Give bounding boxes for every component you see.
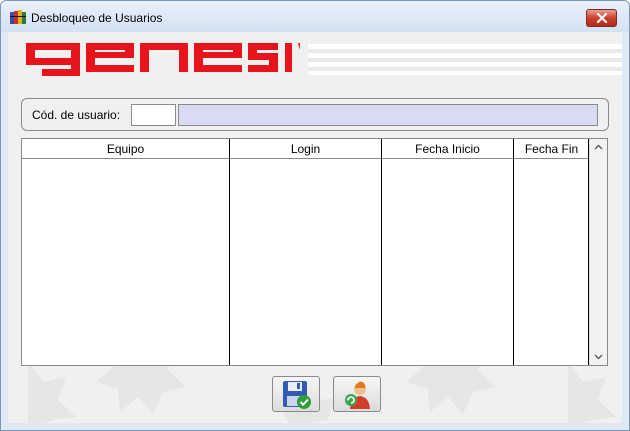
sessions-table[interactable]: Equipo Login Fecha Inicio Fecha Fin [21, 138, 608, 366]
desbloqueo-window: Desbloqueo de Usuarios Cód. de usuario: … [0, 0, 630, 431]
column-header-fecha-inicio[interactable]: Fecha Inicio [382, 139, 513, 159]
column-divider [513, 139, 514, 365]
vertical-scrollbar[interactable] [589, 139, 607, 365]
user-filter-group: Cód. de usuario: [21, 98, 609, 131]
unlock-user-button[interactable] [333, 376, 381, 412]
user-code-input[interactable] [131, 104, 176, 126]
save-check-icon [283, 381, 311, 409]
user-code-label: Cód. de usuario: [32, 108, 121, 122]
save-button[interactable] [272, 376, 320, 412]
user-refresh-icon [345, 381, 370, 409]
column-header-login[interactable]: Login [230, 139, 381, 159]
column-divider [381, 139, 382, 365]
genesis-logo [26, 43, 622, 76]
column-header-fecha-fin[interactable]: Fecha Fin [514, 139, 589, 159]
column-header-equipo[interactable]: Equipo [22, 139, 229, 159]
user-name-field [178, 104, 598, 126]
app-books-icon [10, 10, 26, 24]
column-divider [229, 139, 230, 365]
title-bar: Desbloqueo de Usuarios [1, 1, 629, 32]
client-area: Cód. de usuario: Equipo Login Fecha Inic… [8, 32, 622, 423]
close-icon [596, 13, 608, 23]
scroll-down-arrow-icon[interactable] [590, 348, 607, 365]
scroll-up-arrow-icon[interactable] [590, 139, 607, 156]
window-title: Desbloqueo de Usuarios [31, 11, 163, 25]
close-button[interactable] [586, 9, 617, 27]
